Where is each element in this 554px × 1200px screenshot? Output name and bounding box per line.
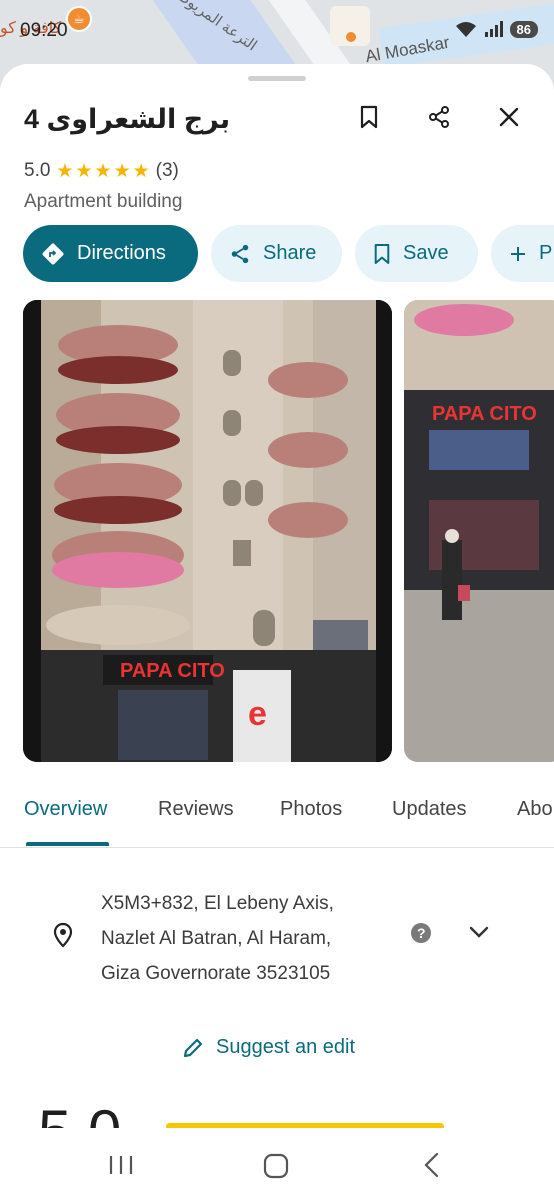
tab-bar: Overview Reviews Photos Updates Abo <box>0 786 554 848</box>
suggest-edit-label: Suggest an edit <box>216 1036 355 1058</box>
svg-text:?: ? <box>417 925 426 941</box>
signal-icon <box>484 20 504 38</box>
share-icon <box>429 106 449 128</box>
address-line: Giza Governorate 3523105 <box>101 963 331 984</box>
help-icon[interactable]: ? <box>410 922 432 949</box>
bookmark-icon <box>360 105 378 129</box>
building-photo-image: PAPA CITO e <box>23 300 392 762</box>
location-pin-icon <box>52 922 74 953</box>
star-rating: ★ ★ ★ ★ ★ <box>56 162 149 181</box>
save-button[interactable]: Save <box>355 225 478 282</box>
star-icon: ★ <box>75 160 93 182</box>
star-icon: ★ <box>94 160 112 182</box>
recent-apps-icon[interactable] <box>108 1154 134 1181</box>
pencil-icon <box>183 1038 203 1057</box>
add-label-text: P <box>539 242 553 264</box>
plus-icon <box>511 246 525 261</box>
building-photo[interactable]: PAPA CITO e <box>23 300 392 762</box>
bookmark-button[interactable] <box>354 102 384 132</box>
bookmark-icon <box>374 243 390 264</box>
place-type: Apartment building <box>24 191 183 212</box>
tab-overview[interactable]: Overview <box>24 798 107 821</box>
directions-label: Directions <box>77 242 166 264</box>
add-label-button[interactable]: P <box>491 225 554 282</box>
map-poi-dot <box>346 32 356 42</box>
place-sheet: برج الشعراوى 4 5.0 ★ ★ ★ ★ ★ (3) Apartme… <box>0 64 554 1200</box>
action-chips: Directions Share Save P <box>23 225 554 282</box>
photo-carousel[interactable]: PAPA CITO e PAPA CITO <box>23 300 554 762</box>
storefront-photo[interactable]: PAPA CITO <box>404 300 554 762</box>
chevron-down-icon[interactable] <box>467 924 491 945</box>
directions-icon <box>42 243 64 264</box>
status-icons: 86 <box>454 20 538 38</box>
tab-reviews[interactable]: Reviews <box>158 798 234 821</box>
rating-row[interactable]: 5.0 ★ ★ ★ ★ ★ (3) <box>24 160 179 182</box>
review-count: (3) <box>155 160 179 181</box>
star-icon: ★ <box>113 160 131 182</box>
battery-badge: 86 <box>509 20 538 38</box>
system-nav-bar <box>0 1128 554 1200</box>
address-line: Nazlet Al Batran, Al Haram, <box>101 928 332 949</box>
tab-about[interactable]: Abo <box>517 798 553 821</box>
star-icon: ★ <box>132 160 150 182</box>
share-button[interactable]: Share <box>211 225 342 282</box>
address-block[interactable]: X5M3+832, El Lebeny Axis, Nazlet Al Batr… <box>101 886 334 991</box>
storefront-photo-image: PAPA CITO <box>404 300 554 762</box>
share-icon-button[interactable] <box>424 102 454 132</box>
close-button[interactable] <box>494 102 524 132</box>
rating-value: 5.0 <box>24 160 51 181</box>
drag-handle[interactable] <box>248 76 306 81</box>
star-icon: ★ <box>56 160 74 182</box>
save-label: Save <box>403 242 449 264</box>
tab-underline <box>26 842 109 846</box>
share-label: Share <box>263 242 317 264</box>
close-icon <box>499 107 519 127</box>
cafe-pin-icon[interactable]: ☕ <box>66 6 92 32</box>
svg-text:e: e <box>248 695 267 733</box>
address-line: X5M3+832, El Lebeny Axis, <box>101 893 334 914</box>
back-icon[interactable] <box>422 1152 440 1183</box>
place-title: برج الشعراوى 4 <box>24 104 231 134</box>
photo-sign-text: PAPA CITO <box>432 403 537 425</box>
share-icon <box>231 244 249 263</box>
header-actions <box>354 102 524 132</box>
home-icon[interactable] <box>263 1153 289 1184</box>
tab-photos[interactable]: Photos <box>280 798 342 821</box>
directions-button[interactable]: Directions <box>23 225 198 282</box>
status-time: 09:20 <box>20 20 68 41</box>
suggest-edit-button[interactable]: Suggest an edit <box>182 1036 355 1059</box>
wifi-icon <box>454 20 478 38</box>
photo-sign-text: PAPA CITO <box>120 660 225 682</box>
tab-updates[interactable]: Updates <box>392 798 467 821</box>
